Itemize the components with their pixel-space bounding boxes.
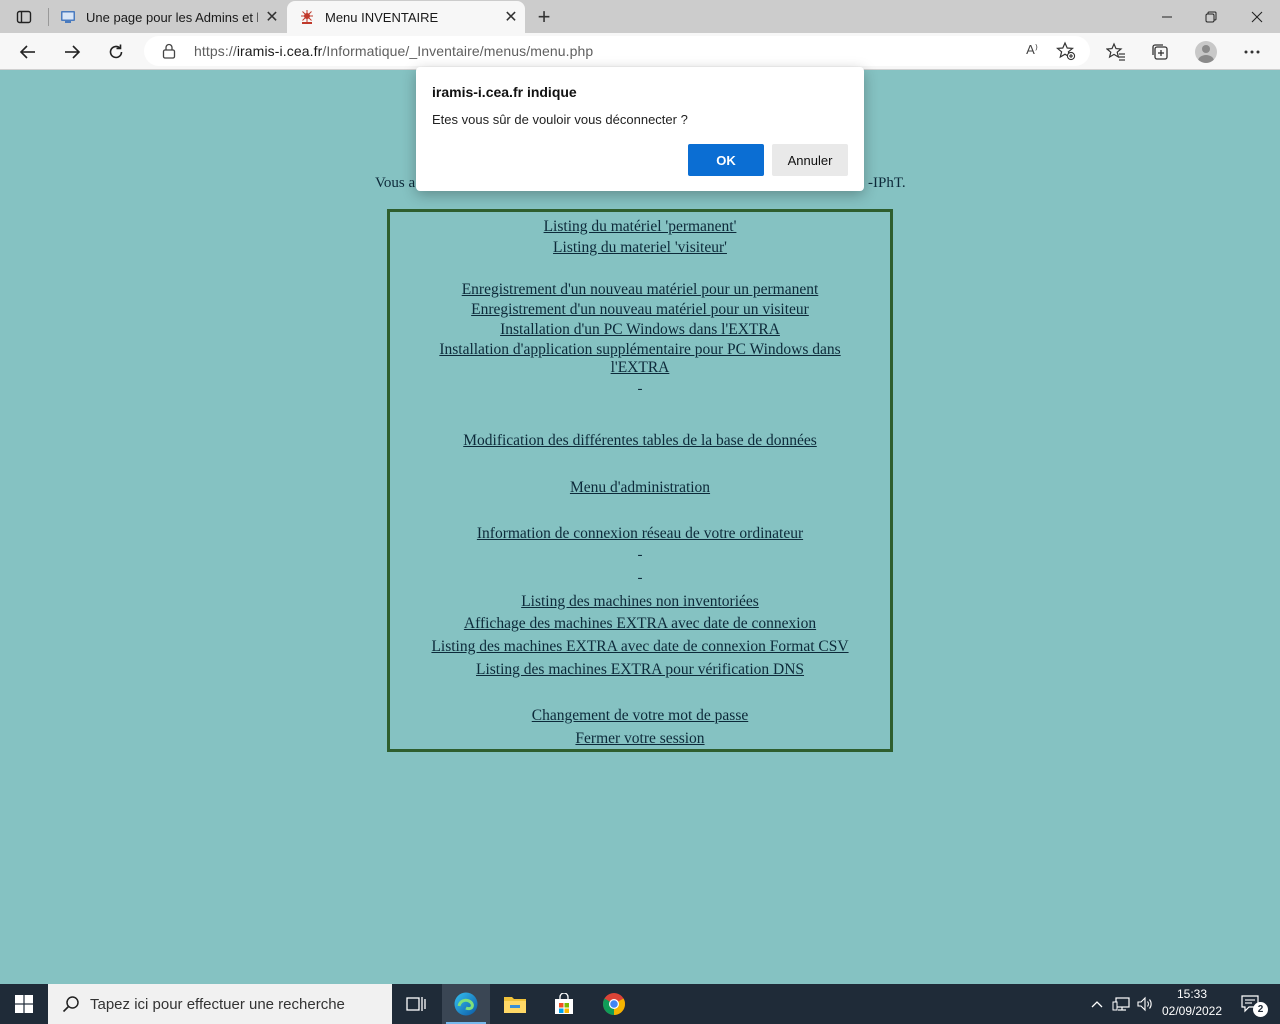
chevron-up-icon[interactable] — [1088, 984, 1106, 1024]
menu-link[interactable]: Listing du materiel 'visiteur' — [390, 239, 890, 257]
menu-link[interactable]: Listing des machines EXTRA avec date de … — [390, 638, 890, 656]
tab-admins[interactable]: Une page pour les Admins et les ✕ — [48, 1, 286, 33]
tab-menu-inventaire[interactable]: Menu INVENTAIRE ✕ — [287, 1, 525, 33]
network-icon[interactable] — [1110, 984, 1132, 1024]
new-tab-icon[interactable]: + — [530, 4, 558, 30]
volume-icon[interactable] — [1134, 984, 1156, 1024]
collections-icon[interactable] — [1144, 36, 1176, 68]
tab-title: Menu INVENTAIRE — [325, 9, 439, 25]
address-bar[interactable]: https://iramis-i.cea.fr/Informatique/_In… — [144, 36, 1090, 66]
confirm-dialog: iramis-i.cea.fr indique Etes vous sûr de… — [416, 67, 864, 191]
favorites-icon[interactable] — [1100, 36, 1132, 68]
site-favicon-icon — [60, 9, 76, 25]
menu-link[interactable]: Information de connexion réseau de votre… — [390, 525, 890, 543]
dialog-title: iramis-i.cea.fr indique — [432, 84, 577, 100]
separator-dash: - — [637, 570, 643, 586]
cancel-button[interactable]: Annuler — [772, 144, 848, 176]
refresh-icon[interactable] — [100, 36, 132, 68]
address-toolbar: https://iramis-i.cea.fr/Informatique/_In… — [0, 33, 1280, 70]
tab-actions-icon[interactable] — [8, 6, 40, 28]
notification-badge: 2 — [1253, 1002, 1268, 1017]
menu-link[interactable]: Changement de votre mot de passe — [390, 707, 890, 725]
ok-button[interactable]: OK — [688, 144, 764, 176]
menu-link[interactable]: Modification des différentes tables de l… — [390, 432, 890, 450]
menu-link[interactable]: Listing des machines non inventoriées — [390, 593, 890, 611]
clock-date: 02/09/2022 — [1161, 1004, 1223, 1018]
avatar — [1195, 41, 1217, 63]
restore-icon[interactable] — [1188, 0, 1234, 33]
store-icon[interactable] — [540, 984, 588, 1024]
menu-link[interactable]: Affichage des machines EXTRA avec date d… — [390, 615, 890, 633]
minimize-icon[interactable] — [1144, 0, 1190, 33]
intro-text-left: Vous a — [375, 175, 416, 191]
read-aloud-icon[interactable]: A⁾ — [1026, 42, 1038, 58]
tab-bar: Une page pour les Admins et les ✕ Menu I… — [0, 0, 1280, 33]
profile-icon[interactable] — [1190, 36, 1222, 68]
search-placeholder: Tapez ici pour effectuer une recherche — [90, 995, 345, 1013]
menu-link[interactable]: Listing du matériel 'permanent' — [390, 218, 890, 236]
close-tab-icon[interactable]: ✕ — [497, 3, 525, 31]
taskbar-search[interactable]: Tapez ici pour effectuer une recherche — [48, 984, 392, 1024]
separator-dash: - — [637, 381, 643, 397]
menu-link[interactable]: Installation d'application supplémentair… — [390, 341, 890, 359]
lock-icon[interactable] — [162, 43, 178, 59]
task-view-icon[interactable] — [392, 984, 440, 1024]
taskbar-clock[interactable]: 15:33 02/09/2022 — [1158, 986, 1226, 1020]
menu-link[interactable]: Listing des machines EXTRA pour vérifica… — [390, 661, 890, 679]
separator-dash: - — [637, 547, 643, 563]
menu-link[interactable]: Menu d'administration — [390, 479, 890, 497]
clock-time: 15:33 — [1176, 987, 1208, 1001]
tab-title: Une page pour les Admins et les — [86, 9, 258, 25]
search-icon — [62, 995, 80, 1013]
page-content: Vous a -IPhT. Listing du matériel 'perma… — [0, 71, 1280, 984]
inventory-menu: Listing du matériel 'permanent' Listing … — [387, 209, 893, 752]
dialog-message: Etes vous sûr de vouloir vous déconnecte… — [432, 112, 688, 127]
add-favorite-icon[interactable] — [1055, 41, 1076, 66]
notification-icon[interactable]: 2 — [1234, 984, 1268, 1024]
close-tab-icon[interactable]: ✕ — [258, 3, 286, 31]
file-explorer-icon[interactable] — [491, 984, 539, 1024]
menu-link[interactable]: l'EXTRA — [390, 359, 890, 377]
cea-favicon-icon — [299, 9, 315, 25]
chrome-icon[interactable] — [590, 984, 638, 1024]
menu-link[interactable]: Installation d'un PC Windows dans l'EXTR… — [390, 321, 890, 339]
forward-arrow-icon[interactable] — [56, 36, 88, 68]
more-icon[interactable] — [1236, 36, 1268, 68]
url-text: https://iramis-i.cea.fr/Informatique/_In… — [194, 43, 594, 59]
taskbar: Tapez ici pour effectuer une recherche 1… — [0, 984, 1280, 1024]
menu-link[interactable]: Enregistrement d'un nouveau matériel pou… — [390, 301, 890, 319]
menu-link[interactable]: Fermer votre session — [390, 730, 890, 748]
windows-start-icon[interactable] — [0, 984, 48, 1024]
edge-icon[interactable] — [442, 984, 490, 1024]
menu-link[interactable]: Enregistrement d'un nouveau matériel pou… — [390, 281, 890, 299]
intro-text-right: -IPhT. — [868, 175, 906, 191]
back-arrow-icon[interactable] — [12, 36, 44, 68]
close-window-icon[interactable] — [1234, 0, 1280, 33]
